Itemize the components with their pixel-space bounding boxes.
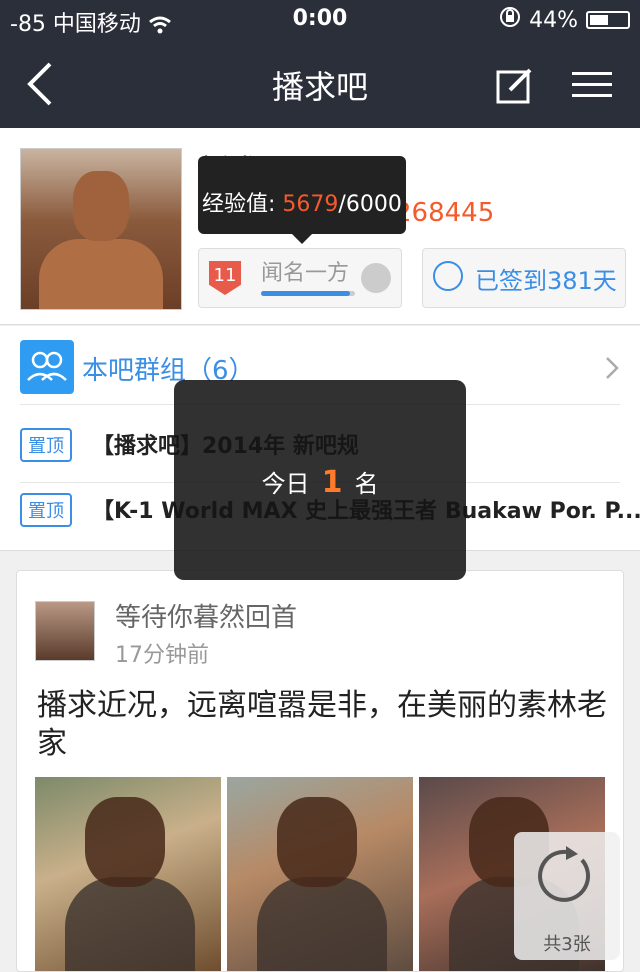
post-username[interactable]: 等待你暮然回首: [115, 597, 297, 634]
post-photo[interactable]: [227, 777, 413, 971]
battery-percent: 44%: [529, 7, 578, 33]
pinned-tag: 置顶: [20, 493, 72, 527]
pinned-tag: 置顶: [20, 428, 72, 462]
battery-icon: [586, 11, 630, 29]
level-badge: 11: [209, 261, 241, 295]
forum-avatar[interactable]: [20, 148, 182, 310]
post-title[interactable]: 播求近况，远离喧嚣是非，在美丽的素林老家: [37, 687, 607, 763]
sign-in-label: 已签到381天: [475, 267, 617, 295]
more-photos-button[interactable]: 共3张: [514, 832, 620, 960]
rank-toast: 今日 1 名: [174, 380, 466, 580]
rotation-lock-icon: [499, 6, 521, 34]
refresh-icon: [538, 846, 591, 902]
status-bar: -85 中国移动 0:00 44%: [0, 0, 640, 40]
chevron-right-icon: [606, 357, 619, 379]
menu-icon[interactable]: [570, 70, 614, 100]
exp-label: 经验值:: [202, 192, 276, 217]
toast-number: 1: [321, 465, 343, 500]
check-circle-icon: [433, 261, 463, 291]
group-icon: [20, 340, 74, 394]
photo-count: 共3张: [543, 934, 591, 955]
page-title: 播求吧: [271, 68, 368, 106]
rocket-icon: [361, 263, 391, 293]
exp-total: /6000: [338, 192, 402, 217]
toast-suffix: 名: [354, 470, 379, 498]
compose-icon[interactable]: [496, 66, 534, 104]
post-avatar[interactable]: [35, 601, 95, 661]
experience-tooltip: 经验值: 5679/6000: [198, 156, 406, 244]
level-title: 闻名一方: [261, 261, 350, 286]
toast-prefix: 今日: [261, 470, 310, 498]
exp-current: 5679: [282, 192, 339, 217]
post-time: 17分钟前: [115, 643, 209, 668]
post-photo[interactable]: [35, 777, 221, 971]
nav-bar: 播求吧: [0, 40, 640, 128]
sign-in-button[interactable]: 已签到381天: [422, 248, 626, 308]
posts-count: 268445: [395, 198, 495, 228]
level-progress-bar: [261, 291, 355, 296]
level-box[interactable]: 11 闻名一方: [198, 248, 402, 308]
